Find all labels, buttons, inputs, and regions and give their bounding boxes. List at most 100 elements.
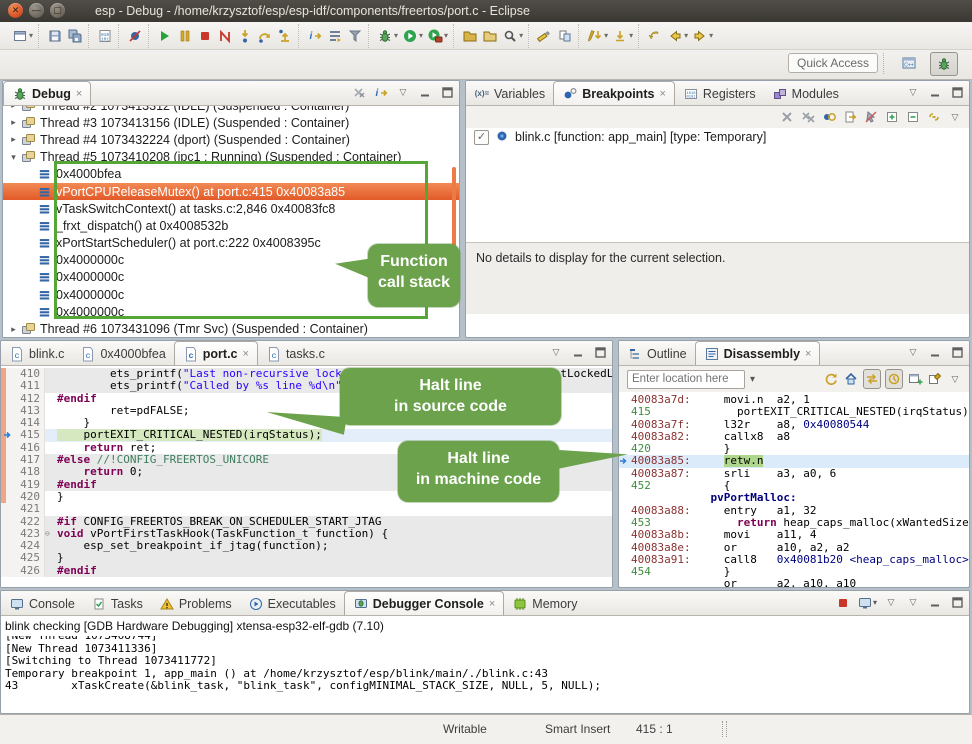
maximize-button[interactable] [949,84,965,102]
code-text[interactable]: #endif [54,479,612,491]
disassembly-line[interactable]: 40083a82: callx8 a8 [619,431,969,443]
disassembly-line[interactable]: 40083a91: call8 0x40081b20 <heap_caps_ma… [619,554,969,566]
code-text[interactable]: } [54,552,612,564]
annotation-ruler[interactable] [1,479,14,491]
external-tools-button[interactable]: ▾ [425,26,450,46]
code-line[interactable]: 418 return 0; [1,466,612,478]
search-dropdown-icon[interactable]: ▾ [519,31,523,40]
code-line[interactable]: 426#endif [1,565,612,577]
step-return-button[interactable] [275,26,295,46]
tab-debugger-console[interactable]: Debugger Console× [344,591,505,615]
annotation-ruler[interactable] [1,565,14,577]
save-all-button[interactable] [65,26,85,46]
tab-tasks-c[interactable]: ctasks.c [258,342,333,365]
thread-row[interactable]: ▸Thread #6 1073431096 (Tmr Svc) (Suspend… [3,320,459,337]
tab-modules[interactable]: Modules [764,82,847,105]
thread-row[interactable]: ▾Thread #5 1073410208 (ipc1 : Running) (… [3,149,459,166]
location-dropdown-icon[interactable]: ▾ [750,374,755,385]
minimize-button[interactable] [927,84,943,102]
code-line[interactable]: 422#if CONFIG_FREERTOS_BREAK_ON_SCHEDULE… [1,516,612,528]
disassembly-line[interactable]: 40083a85: retw.n [619,455,969,467]
expander-icon[interactable]: ▸ [7,117,20,128]
stack-frame-row[interactable]: 0x4000000c [3,252,459,269]
view-menu-button[interactable]: ▽ [905,344,921,362]
tab-tasks[interactable]: Tasks [83,592,151,615]
menu-drop-button[interactable]: ▽ [947,370,963,388]
code-text[interactable]: ets_printf("Called by %s line %d\n", fnN… [54,380,612,392]
annotation-ruler[interactable] [1,528,14,540]
minimize-button[interactable] [927,594,943,612]
stack-frame-row[interactable]: 0x4000000c [3,286,459,303]
code-text[interactable]: return 0; [54,466,612,478]
disassembly-location-input[interactable] [627,370,745,389]
pin-view-button[interactable] [927,370,943,388]
maximize-button[interactable] [949,594,965,612]
window-close-button[interactable]: ✕ [8,3,23,18]
back-button[interactable]: ▾ [665,26,690,46]
disassembly-line[interactable]: 415 portEXIT_CRITICAL_NESTED(irqStatus) [619,406,969,418]
run-button[interactable]: ▾ [400,26,425,46]
suspend-button[interactable] [175,26,195,46]
disassembly-line[interactable]: 454 } [619,566,969,578]
skip-breakpoints-button[interactable] [125,26,145,46]
remove-terminated-button[interactable] [351,84,367,102]
open-resource-button[interactable] [480,26,500,46]
code-line[interactable]: 419#endif [1,479,612,491]
stack-frame-row[interactable]: _frxt_dispatch() at 0x4008532b [3,217,459,234]
tab-problems[interactable]: Problems [151,592,240,615]
forward-dropdown-icon[interactable]: ▾ [709,31,713,40]
thread-row[interactable]: ▸Thread #4 1073432224 (dport) (Suspended… [3,131,459,148]
stack-frame-row[interactable]: 0x4000000c [3,269,459,286]
goto-last-dropdown-icon[interactable]: ▾ [629,31,633,40]
search-button[interactable]: ▾ [500,26,525,46]
show-annotations-button[interactable] [555,26,575,46]
window-maximize-button[interactable]: ▢ [50,3,65,18]
annotation-ruler[interactable] [1,405,14,417]
tab-port-c[interactable]: cport.c× [174,341,258,365]
sync-pressed-button[interactable] [885,369,903,389]
disassembly-line[interactable]: 420 } [619,443,969,455]
back-small-button[interactable] [645,26,665,46]
breakpoint-row[interactable]: ✓ blink.c [function: app_main] [type: Te… [466,128,969,146]
code-line[interactable]: 425} [1,552,612,564]
cpp-perspective-button[interactable]: C++ [896,52,922,74]
debug-perspective-button[interactable] [930,52,958,76]
disassembly-line[interactable]: 40083a7f: l32r a8, 0x40080544 [619,419,969,431]
disassembly-line[interactable]: 40083a87: srli a3, a0, 6 [619,468,969,480]
view-menu-button[interactable]: ▽ [395,84,411,102]
code-text[interactable]: } [54,417,612,429]
expander-icon[interactable]: ▸ [7,324,20,335]
debug-dropdown-icon[interactable]: ▾ [394,31,398,40]
annotation-ruler[interactable] [1,442,14,454]
code-text[interactable]: #endif [54,393,612,405]
close-icon[interactable]: × [489,598,495,610]
tab-blink-c[interactable]: cblink.c [1,342,72,365]
tab-outline[interactable]: Outline [619,342,695,365]
annotation-ruler[interactable] [1,417,14,429]
new-wizard-dropdown-icon[interactable]: ▾ [29,31,33,40]
instruction-step-button[interactable]: i [373,84,389,102]
annotation-ruler[interactable] [1,540,14,552]
code-line[interactable]: 423⊖void vPortFirstTaskHook(TaskFunction… [1,528,612,540]
code-text[interactable]: void vPortFirstTaskHook(TaskFunction_t f… [54,528,612,540]
terminate-red-button[interactable] [835,594,851,612]
mark-occurrences-button[interactable] [535,26,555,46]
code-line[interactable]: 411 ets_printf("Called by %s line %d\n",… [1,380,612,392]
binary-file-button[interactable]: 010101 [95,26,115,46]
code-text[interactable]: esp_set_breakpoint_if_jtag(function); [54,540,612,552]
disconnect-button[interactable] [215,26,235,46]
debug-scrollbar-thumb[interactable] [452,167,456,299]
disassembly-line[interactable]: 40083a8b: movi a11, 4 [619,529,969,541]
goto-file-button[interactable] [842,108,858,126]
minimize-button[interactable] [417,84,433,102]
run-dropdown-icon[interactable]: ▾ [419,31,423,40]
disassembly-line[interactable]: 40083a8e: or a10, a2, a2 [619,542,969,554]
annotation-ruler[interactable] [1,393,14,405]
instruction-step-button[interactable]: i [305,26,325,46]
code-text[interactable]: ets_printf("Last non-recursive lock %s l… [54,368,612,380]
stack-frame-row[interactable]: xPortStartScheduler() at port.c:222 0x40… [3,235,459,252]
external-tools-dropdown-icon[interactable]: ▾ [444,31,448,40]
last-edit-button[interactable]: ▾ [585,26,610,46]
annotation-ruler[interactable] [1,466,14,478]
home-button[interactable] [843,370,859,388]
